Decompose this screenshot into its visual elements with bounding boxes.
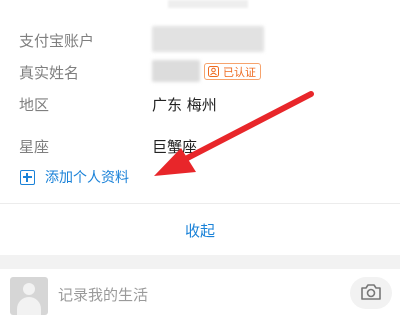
alipay-account-label: 支付宝账户 <box>19 32 95 50</box>
constellation-row[interactable]: 星座 巨蟹座 <box>0 137 400 165</box>
real-name-label: 真实姓名 <box>19 64 80 82</box>
constellation-value: 巨蟹座 <box>152 138 198 156</box>
region-row[interactable]: 地区 广东 梅州 <box>0 95 400 123</box>
post-placeholder[interactable]: 记录我的生活 <box>58 285 148 305</box>
region-label: 地区 <box>19 96 50 114</box>
blurred-content <box>168 0 248 8</box>
collapse-button[interactable]: 收起 <box>0 216 400 246</box>
camera-icon <box>361 284 381 300</box>
alipay-account-value-blurred <box>152 26 264 52</box>
constellation-label: 星座 <box>19 138 50 156</box>
user-avatar-icon[interactable] <box>10 277 48 315</box>
divider <box>0 203 400 204</box>
verified-icon <box>208 66 219 77</box>
top-strip <box>0 0 400 12</box>
camera-button[interactable] <box>350 277 392 309</box>
add-personal-info-label: 添加个人资料 <box>45 170 129 186</box>
verified-badge: 已认证 <box>204 63 261 80</box>
avatar-head <box>23 283 35 295</box>
post-composer[interactable]: 记录我的生活 <box>0 269 400 315</box>
plus-square-icon <box>20 170 35 185</box>
section-gap <box>0 255 400 269</box>
verified-badge-label: 已认证 <box>223 66 256 79</box>
region-value: 广东 梅州 <box>152 96 217 114</box>
real-name-row: 真实姓名 <box>0 63 400 91</box>
add-personal-info-link[interactable]: 添加个人资料 <box>19 167 129 189</box>
real-name-value-blurred <box>152 60 200 82</box>
